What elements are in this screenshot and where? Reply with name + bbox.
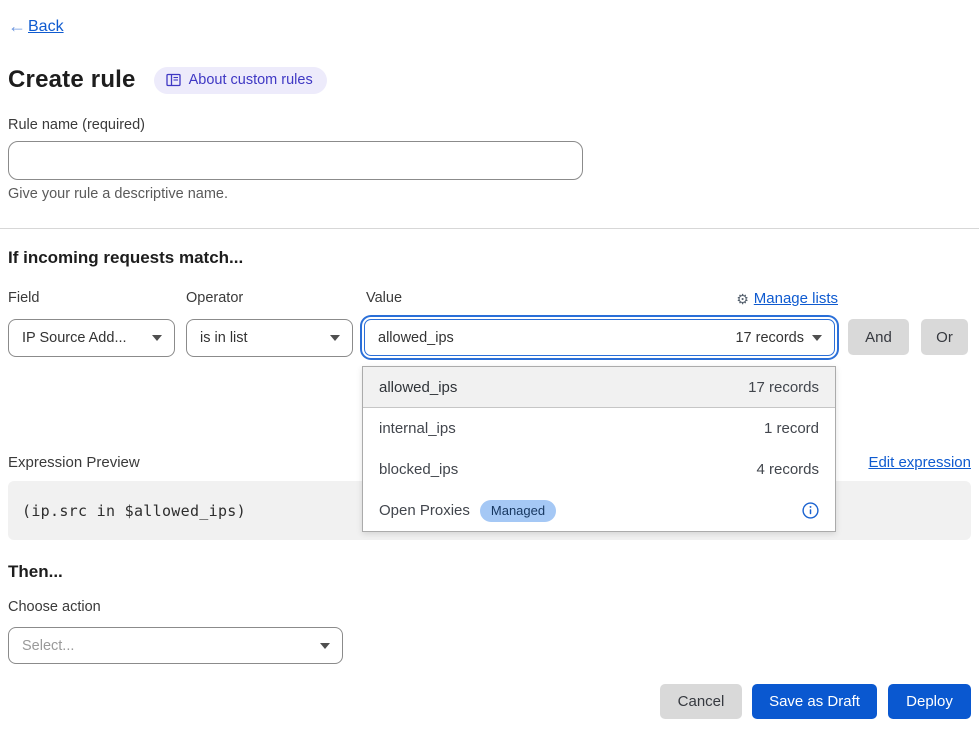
rule-name-input[interactable]: [8, 141, 583, 180]
rule-name-label: Rule name (required): [8, 117, 145, 133]
about-custom-rules-label: About custom rules: [189, 72, 313, 88]
chevron-down-icon: [320, 643, 330, 649]
section-divider: [0, 228, 979, 229]
operator-select[interactable]: is in list: [186, 319, 353, 357]
arrow-left-icon: ←: [8, 16, 26, 37]
list-name: internal_ips: [379, 420, 456, 437]
operator-select-value: is in list: [200, 330, 248, 346]
operator-label: Operator: [186, 290, 243, 306]
value-label: Value: [366, 290, 402, 306]
dropdown-item-blocked-ips[interactable]: blocked_ips 4 records: [363, 449, 835, 490]
or-button[interactable]: Or: [921, 319, 968, 355]
cancel-button[interactable]: Cancel: [660, 684, 742, 719]
choose-action-label: Choose action: [8, 599, 101, 615]
gear-icon: ⚙: [736, 292, 749, 306]
action-select[interactable]: Select...: [8, 627, 343, 664]
chevron-down-icon: [330, 335, 340, 341]
manage-lists-label: Manage lists: [754, 290, 838, 307]
edit-expression-link[interactable]: Edit expression: [868, 454, 971, 471]
expression-preview-label: Expression Preview: [8, 454, 140, 471]
value-select-record-count: 17 records: [735, 330, 804, 346]
value-select[interactable]: allowed_ips 17 records: [364, 319, 835, 356]
rule-name-helper-text: Give your rule a descriptive name.: [8, 186, 228, 202]
book-icon: [166, 73, 181, 87]
chevron-down-icon: [812, 335, 822, 341]
chevron-down-icon: [152, 335, 162, 341]
dropdown-item-allowed-ips[interactable]: allowed_ips 17 records: [363, 367, 835, 408]
value-dropdown-menu: allowed_ips 17 records internal_ips 1 re…: [362, 366, 836, 532]
list-name: blocked_ips: [379, 461, 458, 478]
about-custom-rules-link[interactable]: About custom rules: [154, 67, 327, 94]
managed-badge: Managed: [480, 500, 556, 522]
expression-code: (ip.src in $allowed_ips): [22, 502, 246, 520]
dropdown-item-open-proxies[interactable]: Open Proxies Managed: [363, 490, 835, 531]
dropdown-item-internal-ips[interactable]: internal_ips 1 record: [363, 408, 835, 449]
match-section-heading: If incoming requests match...: [8, 248, 243, 268]
then-section-heading: Then...: [8, 562, 63, 582]
list-name: allowed_ips: [379, 379, 457, 396]
list-record-count: 4 records: [756, 461, 819, 478]
list-record-count: 1 record: [764, 420, 819, 437]
title-row: Create rule About custom rules: [8, 66, 327, 94]
back-link[interactable]: ← Back: [8, 16, 64, 37]
deploy-button[interactable]: Deploy: [888, 684, 971, 719]
and-button[interactable]: And: [848, 319, 909, 355]
manage-lists-link[interactable]: ⚙ Manage lists: [736, 290, 838, 307]
field-select[interactable]: IP Source Add...: [8, 319, 175, 357]
back-link-label: Back: [28, 18, 64, 36]
field-label: Field: [8, 290, 39, 306]
list-name: Open Proxies: [379, 502, 470, 519]
list-record-count: 17 records: [748, 379, 819, 396]
page-title: Create rule: [8, 66, 136, 94]
action-select-placeholder: Select...: [22, 638, 74, 654]
value-select-value: allowed_ips: [378, 330, 454, 346]
save-as-draft-button[interactable]: Save as Draft: [752, 684, 877, 719]
create-rule-page: ← Back Create rule About custom rules Ru…: [0, 0, 979, 739]
info-icon[interactable]: [802, 502, 819, 519]
field-select-value: IP Source Add...: [22, 330, 127, 346]
